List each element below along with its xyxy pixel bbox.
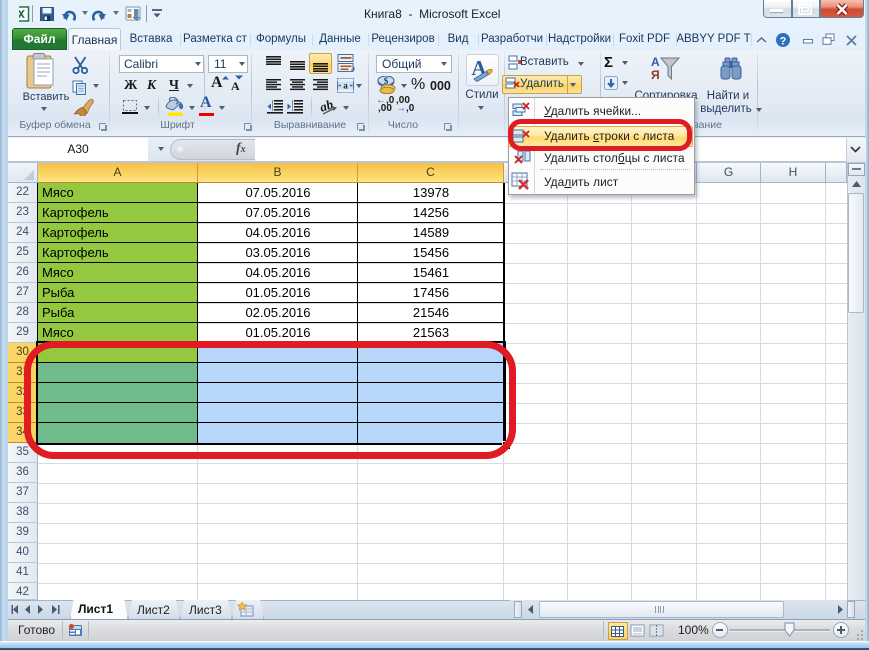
svg-text:?: ? xyxy=(780,36,787,48)
svg-text:Я: Я xyxy=(651,68,660,82)
svg-text:a: a xyxy=(343,81,348,91)
svg-text:А: А xyxy=(651,55,660,69)
